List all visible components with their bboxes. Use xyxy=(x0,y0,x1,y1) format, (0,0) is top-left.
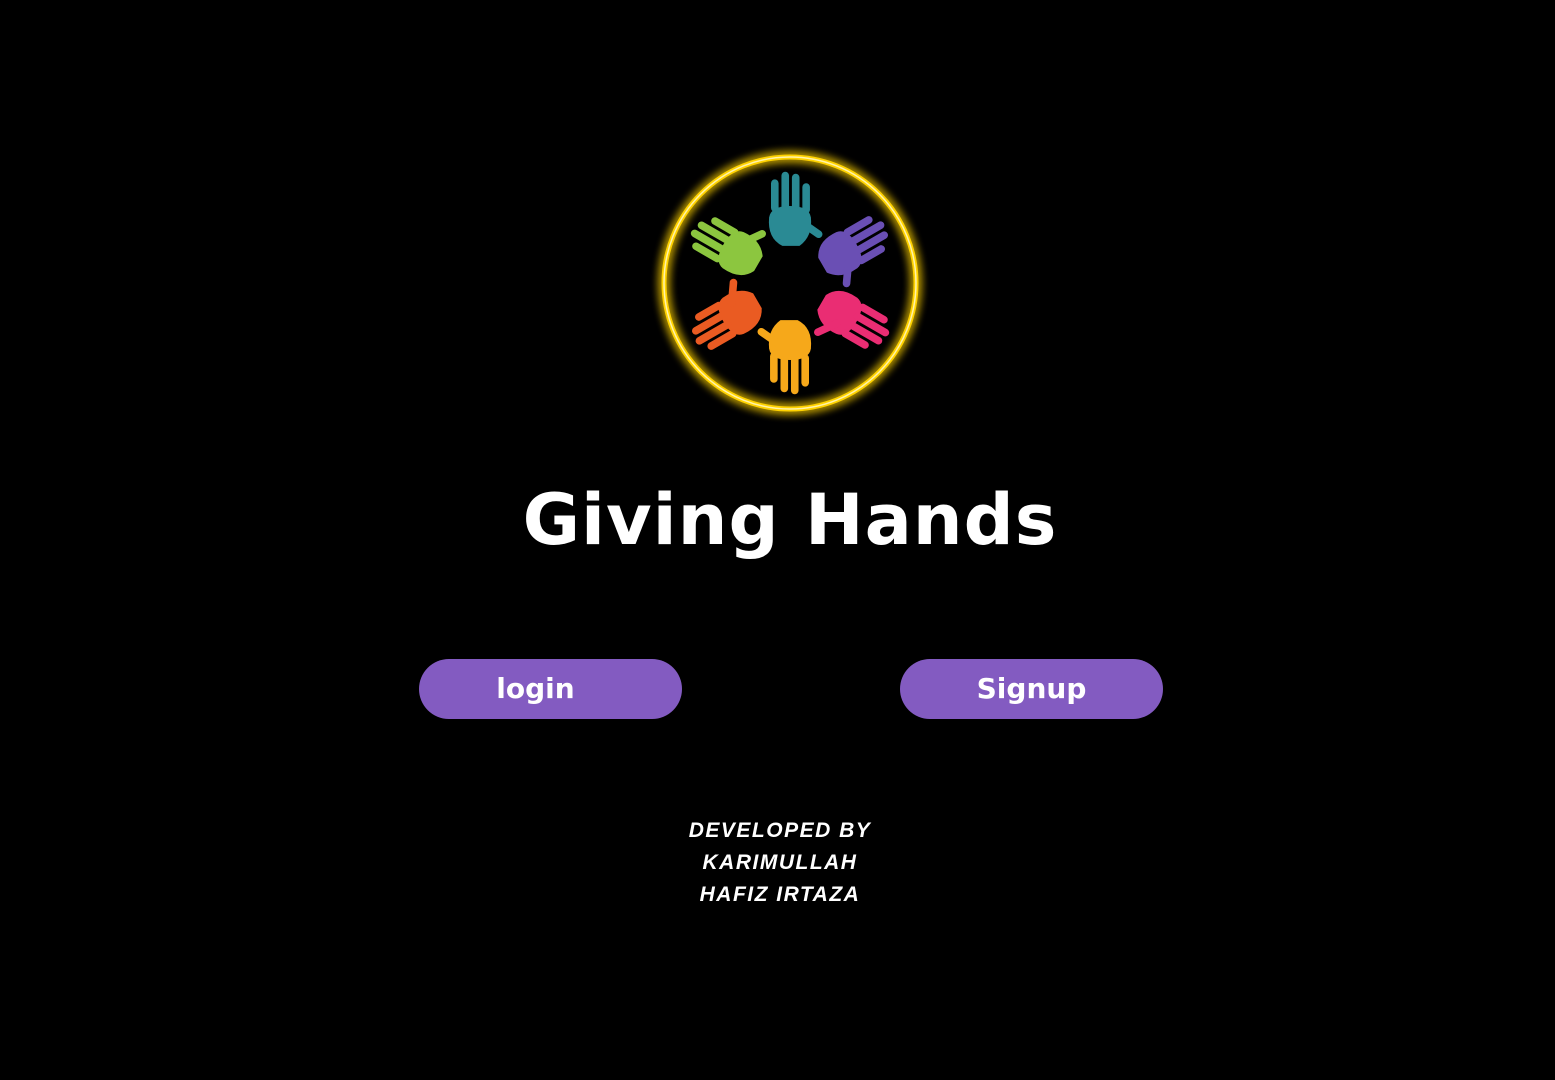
hand-icon xyxy=(768,171,824,246)
hand-icon xyxy=(805,283,897,369)
hand-icon xyxy=(811,209,904,294)
hands-circle-logo-icon xyxy=(661,154,919,412)
app-logo xyxy=(660,153,920,413)
hand-icon xyxy=(683,197,775,283)
developer-name: KARIMULLAH xyxy=(702,851,858,874)
glow-ring xyxy=(661,154,919,412)
hand-icon xyxy=(756,320,812,395)
signup-button[interactable]: Signup xyxy=(900,659,1163,719)
app-title: Giving Hands xyxy=(522,479,1058,561)
login-button[interactable]: login xyxy=(419,659,682,719)
credits-heading: DEVELOPED BY xyxy=(688,819,872,842)
credits: DEVELOPED BY KARIMULLAH HAFIZ IRTAZA xyxy=(0,815,1555,911)
developer-name: HAFIZ IRTAZA xyxy=(699,883,861,906)
hand-icon xyxy=(676,272,769,357)
